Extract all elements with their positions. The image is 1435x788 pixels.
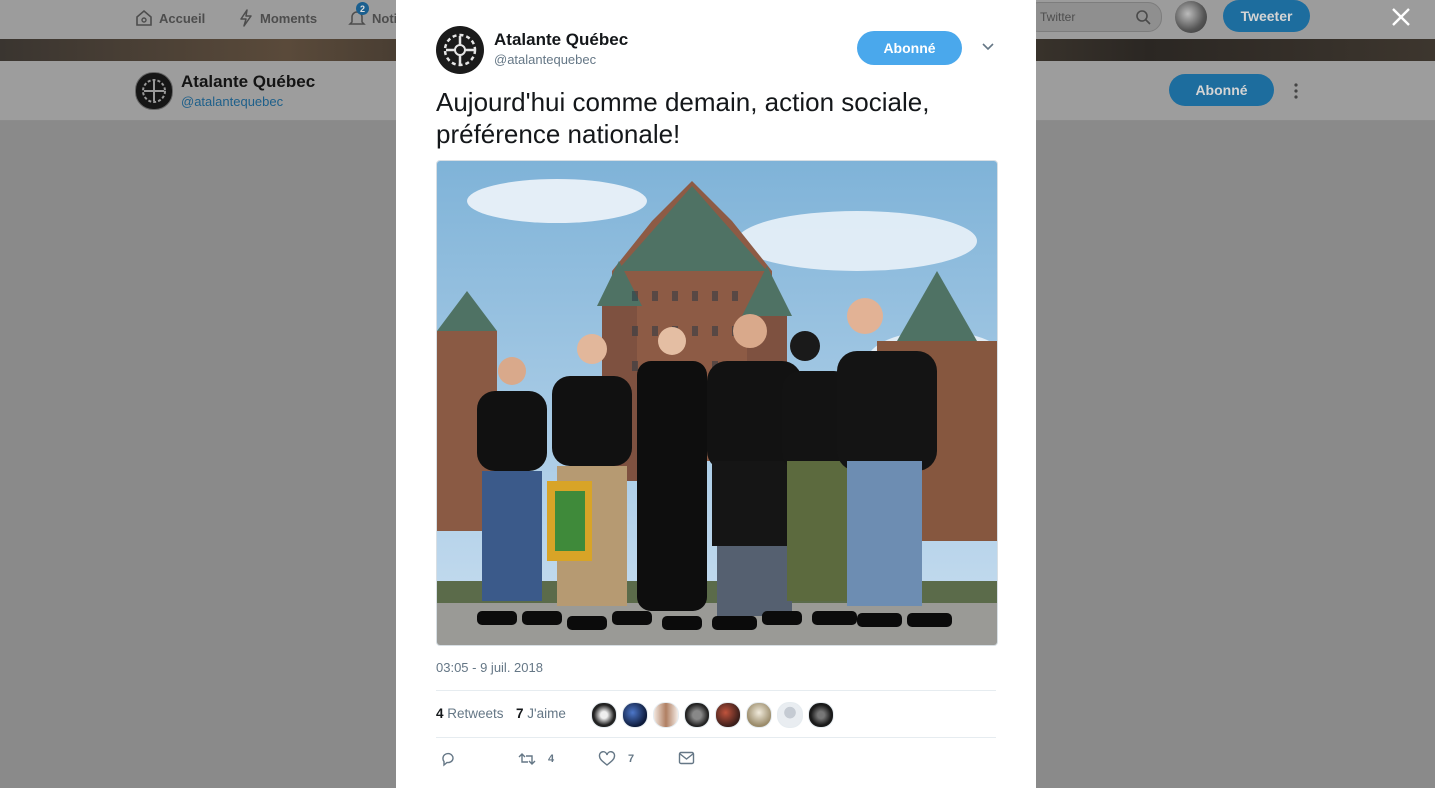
- retweet-icon: [518, 753, 536, 765]
- notification-badge: 2: [356, 2, 369, 15]
- divider: [436, 690, 996, 691]
- nav-notifications-label: Noti: [372, 10, 398, 26]
- profile-follow-button[interactable]: Abonné: [1169, 74, 1274, 106]
- avatar[interactable]: [777, 702, 803, 728]
- tweet-modal: Atalante Québec @atalantequebec Abonné A…: [396, 0, 1036, 788]
- search-input[interactable]: Twitter: [1025, 2, 1162, 32]
- tweet-author-avatar[interactable]: [436, 26, 484, 74]
- search-placeholder: Twitter: [1040, 10, 1076, 24]
- like-count: 7: [628, 753, 635, 765]
- likes-count: 7: [516, 706, 524, 721]
- divider: [436, 737, 996, 738]
- tweet-photo[interactable]: [436, 160, 998, 646]
- heart-icon: [598, 751, 616, 766]
- tweet-button[interactable]: Tweeter: [1223, 0, 1310, 32]
- nav-home-label: Accueil: [159, 10, 206, 26]
- avatar[interactable]: [746, 702, 772, 728]
- like-action[interactable]: 7: [598, 751, 634, 767]
- avatar[interactable]: [808, 702, 834, 728]
- reply-action[interactable]: [440, 751, 468, 767]
- tweet-author-handle[interactable]: @atalantequebec: [494, 52, 596, 67]
- retweet-count: 4: [548, 753, 555, 765]
- user-avatar[interactable]: [1175, 1, 1207, 33]
- likes-stat[interactable]: 7 J'aime: [516, 706, 566, 721]
- avatar[interactable]: [715, 702, 741, 728]
- profile-avatar[interactable]: [135, 72, 173, 110]
- tweet-author-name[interactable]: Atalante Québec: [494, 30, 628, 50]
- moments-icon: [240, 9, 252, 27]
- avatar[interactable]: [684, 702, 710, 728]
- retweet-action[interactable]: 4: [518, 751, 554, 767]
- search-icon[interactable]: [1135, 9, 1151, 25]
- retweets-label: Retweets: [447, 706, 504, 721]
- profile-name: Atalante Québec: [181, 72, 316, 91]
- profile-handle[interactable]: @atalantequebec: [181, 94, 283, 109]
- avatar[interactable]: [591, 702, 617, 728]
- emblem-icon: [443, 33, 477, 67]
- nav-moments[interactable]: Moments: [238, 8, 317, 28]
- nav-moments-label: Moments: [260, 10, 318, 26]
- close-icon[interactable]: [1390, 6, 1412, 28]
- retweets-stat[interactable]: 4 Retweets: [436, 706, 504, 721]
- photo-illustration: [437, 161, 997, 645]
- tweet-text: Aujourd'hui comme demain, action sociale…: [436, 87, 930, 149]
- reply-icon: [442, 752, 454, 767]
- liker-avatars: [591, 702, 839, 728]
- follow-button[interactable]: Abonné: [857, 31, 962, 65]
- nav-home[interactable]: Accueil: [135, 8, 205, 28]
- home-icon: [136, 9, 152, 26]
- more-icon[interactable]: [1292, 82, 1300, 100]
- message-icon: [678, 751, 695, 765]
- emblem-icon: [142, 79, 166, 103]
- tweet-timestamp[interactable]: 03:05 - 9 juil. 2018: [436, 660, 543, 675]
- message-action[interactable]: [678, 751, 695, 765]
- chevron-down-icon[interactable]: [981, 42, 995, 52]
- nav-notifications[interactable]: Noti: [348, 8, 397, 28]
- avatar[interactable]: [622, 702, 648, 728]
- avatar[interactable]: [653, 702, 679, 728]
- likes-label: J'aime: [527, 706, 566, 721]
- retweets-count: 4: [436, 706, 444, 721]
